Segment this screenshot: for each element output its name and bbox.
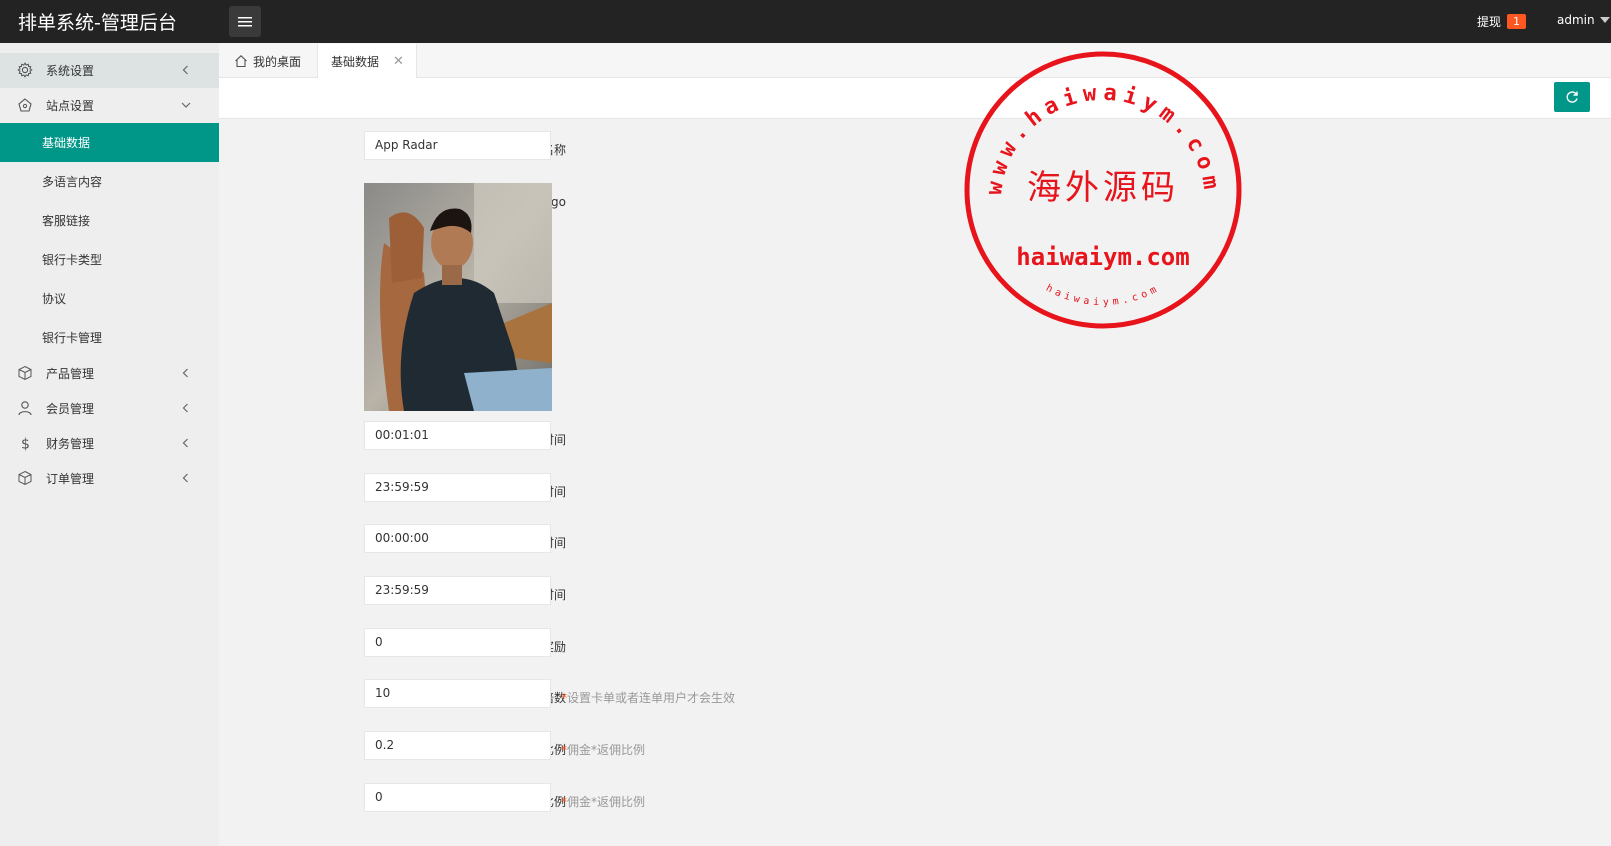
field-hint: *设置卡单或者连单用户才会生效 <box>561 691 736 705</box>
toolbar <box>219 78 1611 119</box>
home-icon <box>235 55 247 68</box>
svg-text:$: $ <box>21 437 30 452</box>
sidebar-item-members[interactable]: 会员管理 <box>0 391 219 426</box>
sidebar-subitem-multilang[interactable]: 多语言内容 <box>0 162 219 201</box>
user-name: admin <box>1557 13 1595 27</box>
sidebar-subitem-card-management[interactable]: 银行卡管理 <box>0 318 219 357</box>
chevron-left-icon <box>182 473 188 483</box>
sidebar-subitem-label: 多语言内容 <box>42 175 103 189</box>
sidebar-subitem-basic-data[interactable]: 基础数据 <box>0 123 219 162</box>
sidebar-item-label: 站点设置 <box>46 99 95 113</box>
sidebar-item-label: 财务管理 <box>46 437 95 451</box>
sidebar-subitem-label: 基础数据 <box>42 136 91 150</box>
sidebar-subitem-label: 客服链接 <box>42 214 91 228</box>
sidebar-item-finance[interactable]: $ 财务管理 <box>0 426 219 461</box>
tab-my-desktop[interactable]: 我的桌面 <box>228 44 317 78</box>
stamp-center-text: 海外源码 <box>1027 168 1179 208</box>
stamp-bottom-text: haiwaiym.com <box>1044 283 1158 309</box>
field-hint: *佣金*返佣比例 <box>561 743 646 757</box>
refresh-icon <box>1566 91 1578 103</box>
withdraw-start-input[interactable]: 00:00:00 <box>364 524 551 553</box>
sidebar-item-label: 产品管理 <box>46 367 95 381</box>
sidebar-subitem-label: 银行卡类型 <box>42 253 103 267</box>
top-header: 排单系统-管理后台 提现 1 admin <box>0 0 1611 43</box>
close-icon[interactable]: ✕ <box>393 54 404 69</box>
sidebar-item-orders[interactable]: 订单管理 <box>0 461 219 496</box>
sidebar-subitem-label: 协议 <box>42 292 67 306</box>
open-time-input[interactable]: 00:01:01 <box>364 421 551 450</box>
level1-rebate-input[interactable]: 0.2 <box>364 731 551 760</box>
sidebar-subitem-service-link[interactable]: 客服链接 <box>0 201 219 240</box>
sidebar-subitem-card-type[interactable]: 银行卡类型 <box>0 240 219 279</box>
register-reward-input[interactable]: 0 <box>364 628 551 657</box>
tab-basic-data[interactable]: 基础数据 ✕ <box>317 44 417 79</box>
hamburger-icon <box>238 16 252 26</box>
chevron-left-icon <box>182 65 188 75</box>
box-icon <box>18 365 32 381</box>
tab-bar: 我的桌面 基础数据 ✕ <box>219 43 1611 79</box>
withdraw-end-input[interactable]: 23:59:59 <box>364 576 551 605</box>
withdraw-label: 提现 <box>1477 15 1502 29</box>
user-icon <box>18 401 32 416</box>
watermark-stamp: www.haiwaiym.com 海外源码 haiwaiym.com haiwa… <box>960 47 1246 333</box>
withdraw-count-badge: 1 <box>1507 14 1527 29</box>
sidebar-subitem-label: 银行卡管理 <box>42 331 103 345</box>
app-name-input[interactable]: App Radar <box>364 131 551 160</box>
sidebar-item-products[interactable]: 产品管理 <box>0 356 219 391</box>
close-time-input[interactable]: 23:59:59 <box>364 473 551 502</box>
tab-label: 基础数据 <box>331 55 380 69</box>
refresh-button[interactable] <box>1554 82 1590 112</box>
order-icon <box>18 470 32 486</box>
form-area: *APP名称 App Radar Logo <box>219 119 1611 846</box>
sidebar-subitem-agreement[interactable]: 协议 <box>0 279 219 318</box>
logo-image[interactable] <box>364 183 552 411</box>
gear-icon <box>17 62 33 78</box>
level2-rebate-input[interactable]: 0 <box>364 783 551 812</box>
dollar-icon: $ <box>21 437 30 452</box>
logo-portrait <box>364 183 552 411</box>
withdraw-notification[interactable]: 提现 1 <box>1477 13 1527 30</box>
field-hint: *佣金*返佣比例 <box>561 795 646 809</box>
sidebar-item-label: 订单管理 <box>46 472 95 486</box>
stamp-graphic: www.haiwaiym.com 海外源码 haiwaiym.com haiwa… <box>964 51 1242 329</box>
user-menu[interactable]: admin <box>1557 13 1610 27</box>
chevron-left-icon <box>182 368 188 378</box>
brand-title: 排单系统-管理后台 <box>18 12 177 34</box>
site-icon <box>18 98 32 112</box>
sidebar-item-label: 会员管理 <box>46 402 95 416</box>
menu-toggle-button[interactable] <box>229 6 261 37</box>
sidebar: 系统设置 站点设置 基础数据 多语言内容 客服链接 银行卡类型 协议 银行卡管理… <box>0 43 219 846</box>
sidebar-item-system-settings[interactable]: 系统设置 <box>0 53 219 88</box>
tab-label: 我的桌面 <box>253 54 302 69</box>
chevron-down-icon <box>181 102 191 108</box>
rebate-multiple-input[interactable]: 10 <box>364 679 551 708</box>
sidebar-item-site-settings[interactable]: 站点设置 <box>0 88 219 123</box>
chevron-left-icon <box>182 438 188 448</box>
chevron-left-icon <box>182 403 188 413</box>
sidebar-item-label: 系统设置 <box>46 64 95 78</box>
caret-down-icon <box>1599 17 1610 23</box>
stamp-domain-text: haiwaiym.com <box>1016 243 1189 271</box>
svg-text:haiwaiym.com: haiwaiym.com <box>1044 283 1162 309</box>
